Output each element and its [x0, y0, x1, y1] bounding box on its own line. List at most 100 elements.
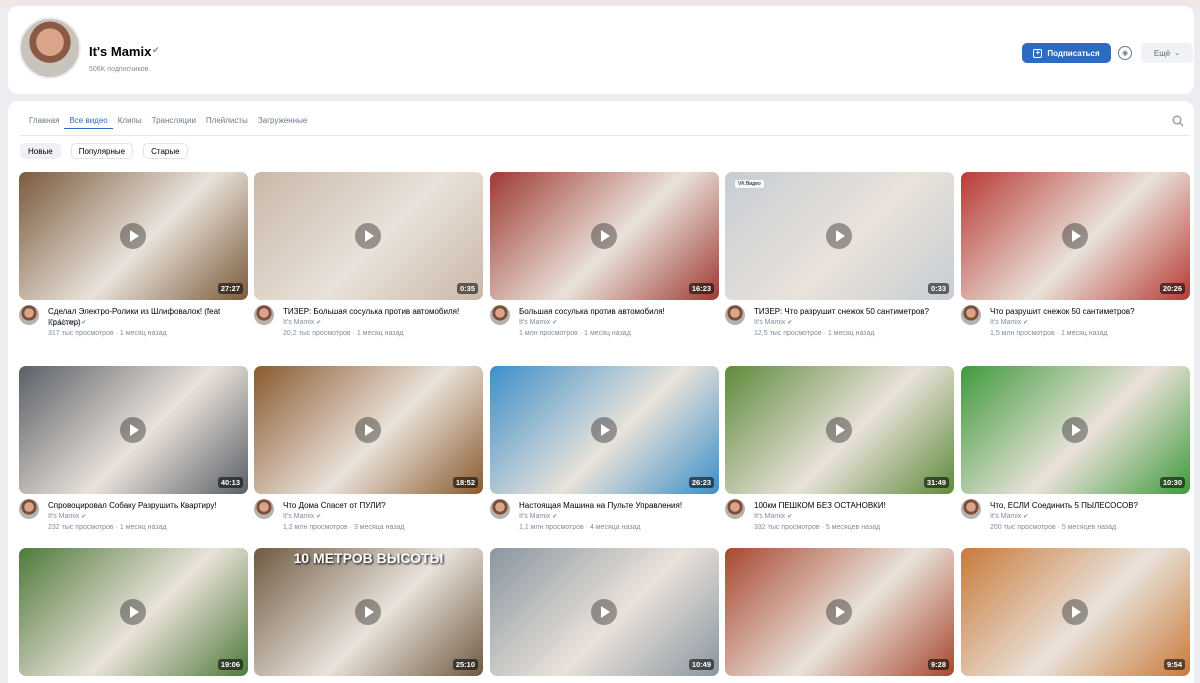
- video-thumbnail[interactable]: VK Видео 0:33: [725, 172, 954, 300]
- video-author[interactable]: It's Mamix ✔: [283, 319, 321, 326]
- video-card[interactable]: 40:13 Спровоцировал Собаку Разрушить Квар…: [19, 366, 248, 551]
- channel-avatar[interactable]: [19, 17, 81, 79]
- tab-uploaded[interactable]: Загруженные: [253, 115, 312, 129]
- video-thumbnail[interactable]: 31:49: [725, 366, 954, 494]
- upload-age: 3 месяца назад: [353, 524, 405, 531]
- video-title[interactable]: Что разрушит снежок 50 сантиметров?: [990, 306, 1190, 317]
- notifications-icon[interactable]: ◉: [1118, 46, 1132, 60]
- play-icon[interactable]: [355, 417, 381, 443]
- video-card[interactable]: 26:23 Настоящая Машина на Пульте Управлен…: [490, 366, 719, 551]
- video-thumbnail[interactable]: 20:26: [961, 172, 1190, 300]
- author-avatar[interactable]: [19, 499, 39, 519]
- video-thumbnail[interactable]: 40:13: [19, 366, 248, 494]
- play-icon[interactable]: [120, 223, 146, 249]
- play-icon[interactable]: [826, 417, 852, 443]
- author-avatar[interactable]: [254, 305, 274, 325]
- video-thumbnail[interactable]: 27:27: [19, 172, 248, 300]
- view-count: 1,5 млн просмотров: [990, 330, 1055, 337]
- video-thumbnail[interactable]: 0:35: [254, 172, 483, 300]
- video-duration: 19:06: [217, 659, 243, 670]
- play-icon[interactable]: [1062, 417, 1088, 443]
- filter-old[interactable]: Старые: [143, 143, 188, 159]
- filter-new[interactable]: Новые: [20, 143, 61, 159]
- video-thumbnail[interactable]: 16:23: [490, 172, 719, 300]
- video-author[interactable]: It's Mamix ✔: [48, 513, 86, 520]
- tab-clips[interactable]: Клипы: [113, 115, 147, 129]
- filter-popular[interactable]: Популярные: [70, 143, 134, 159]
- author-avatar[interactable]: [490, 499, 510, 519]
- video-title[interactable]: ТИЗЕР: Большая сосулька против автомобил…: [283, 306, 483, 317]
- video-title[interactable]: Большая сосулька против автомобиля!: [519, 306, 719, 317]
- video-thumbnail[interactable]: 10 МЕТРОВ ВЫСОТЫ 25:10: [254, 548, 483, 676]
- tab-main[interactable]: Главная: [24, 115, 64, 129]
- video-duration: 9:28: [927, 659, 949, 670]
- search-icon[interactable]: [1172, 115, 1184, 127]
- play-icon[interactable]: [355, 599, 381, 625]
- play-icon[interactable]: [591, 599, 617, 625]
- video-author[interactable]: It's Mamix ✔: [754, 513, 792, 520]
- video-author[interactable]: It's Mamix ✔: [990, 319, 1028, 326]
- author-avatar[interactable]: [725, 305, 745, 325]
- video-thumbnail[interactable]: 9:54: [961, 548, 1190, 676]
- video-title[interactable]: Что, ЕСЛИ Соединить 5 ПЫЛЕСОСОВ?: [990, 500, 1190, 511]
- view-count: 317 тыс просмотров: [48, 330, 114, 337]
- video-duration: 27:27: [217, 283, 243, 294]
- play-icon[interactable]: [1062, 223, 1088, 249]
- play-icon[interactable]: [591, 223, 617, 249]
- video-author[interactable]: It's Mamix ✔: [519, 319, 557, 326]
- tab-playlists[interactable]: Плейлисты: [201, 115, 253, 129]
- video-card[interactable]: 10:49: [490, 548, 719, 676]
- video-card[interactable]: 16:23 Большая сосулька против автомобиля!…: [490, 172, 719, 357]
- video-card[interactable]: 10 МЕТРОВ ВЫСОТЫ 25:10: [254, 548, 483, 676]
- video-card[interactable]: 27:27 Сделал Электро-Ролики из Шлифовалок…: [19, 172, 248, 357]
- video-author[interactable]: It's Mamix ✔: [519, 513, 557, 520]
- verified-check-icon: ✔: [81, 514, 87, 520]
- video-card[interactable]: 20:26 Что разрушит снежок 50 сантиметров?…: [961, 172, 1190, 357]
- video-thumbnail[interactable]: 10:30: [961, 366, 1190, 494]
- video-card[interactable]: 19:06: [19, 548, 248, 676]
- video-title[interactable]: ТИЗЕР: Что разрушит снежок 50 сантиметро…: [754, 306, 954, 317]
- channel-name[interactable]: It's Mamix: [89, 44, 151, 59]
- video-author[interactable]: It's Mamix ✔: [48, 319, 86, 326]
- author-name: It's Mamix: [754, 513, 786, 520]
- play-icon[interactable]: [826, 599, 852, 625]
- author-avatar[interactable]: [961, 305, 981, 325]
- video-card[interactable]: VK Видео 0:33 ТИЗЕР: Что разрушит снежок 5…: [725, 172, 954, 357]
- video-title[interactable]: 100км ПЕШКОМ БЕЗ ОСТАНОВКИ!: [754, 500, 954, 511]
- video-thumbnail[interactable]: 26:23: [490, 366, 719, 494]
- video-title[interactable]: Что Дома Спасет от ПУЛИ?: [283, 500, 483, 511]
- video-author[interactable]: It's Mamix ✔: [754, 319, 792, 326]
- play-icon[interactable]: [1062, 599, 1088, 625]
- video-card[interactable]: 9:28: [725, 548, 954, 676]
- more-button[interactable]: Ещё ⌄: [1141, 43, 1193, 63]
- tab-streams[interactable]: Трансляции: [147, 115, 201, 129]
- video-thumbnail[interactable]: 18:52: [254, 366, 483, 494]
- video-card[interactable]: 9:54: [961, 548, 1190, 676]
- play-icon[interactable]: [355, 223, 381, 249]
- video-title[interactable]: Настоящая Машина на Пульте Управления!: [519, 500, 719, 511]
- play-icon[interactable]: [826, 223, 852, 249]
- video-thumbnail[interactable]: 19:06: [19, 548, 248, 676]
- author-name: It's Mamix: [990, 319, 1022, 326]
- video-meta: 332 тыс просмотров · 5 месяцев назад: [754, 524, 880, 531]
- video-card[interactable]: 18:52 Что Дома Спасет от ПУЛИ? It's Mamix ✔…: [254, 366, 483, 551]
- author-avatar[interactable]: [490, 305, 510, 325]
- author-avatar[interactable]: [725, 499, 745, 519]
- author-avatar[interactable]: [961, 499, 981, 519]
- play-icon[interactable]: [120, 417, 146, 443]
- play-icon[interactable]: [591, 417, 617, 443]
- video-card[interactable]: 10:30 Что, ЕСЛИ Соединить 5 ПЫЛЕСОСОВ? It'…: [961, 366, 1190, 551]
- play-icon[interactable]: [120, 599, 146, 625]
- video-title[interactable]: Спровоцировал Собаку Разрушить Квартиру!: [48, 500, 248, 511]
- video-thumbnail[interactable]: 9:28: [725, 548, 954, 676]
- author-avatar[interactable]: [19, 305, 39, 325]
- video-card[interactable]: 31:49 100км ПЕШКОМ БЕЗ ОСТАНОВКИ! It's Mam…: [725, 366, 954, 551]
- author-avatar[interactable]: [254, 499, 274, 519]
- video-card[interactable]: 0:35 ТИЗЕР: Большая сосулька против автом…: [254, 172, 483, 357]
- tab-all-videos[interactable]: Все видео: [64, 115, 113, 129]
- video-author[interactable]: It's Mamix ✔: [283, 513, 321, 520]
- video-thumbnail[interactable]: 10:49: [490, 548, 719, 676]
- video-author[interactable]: It's Mamix ✔: [990, 513, 1028, 520]
- subscribe-button[interactable]: + Подписаться: [1022, 43, 1111, 63]
- view-count: 1,1 млн просмотров: [519, 524, 584, 531]
